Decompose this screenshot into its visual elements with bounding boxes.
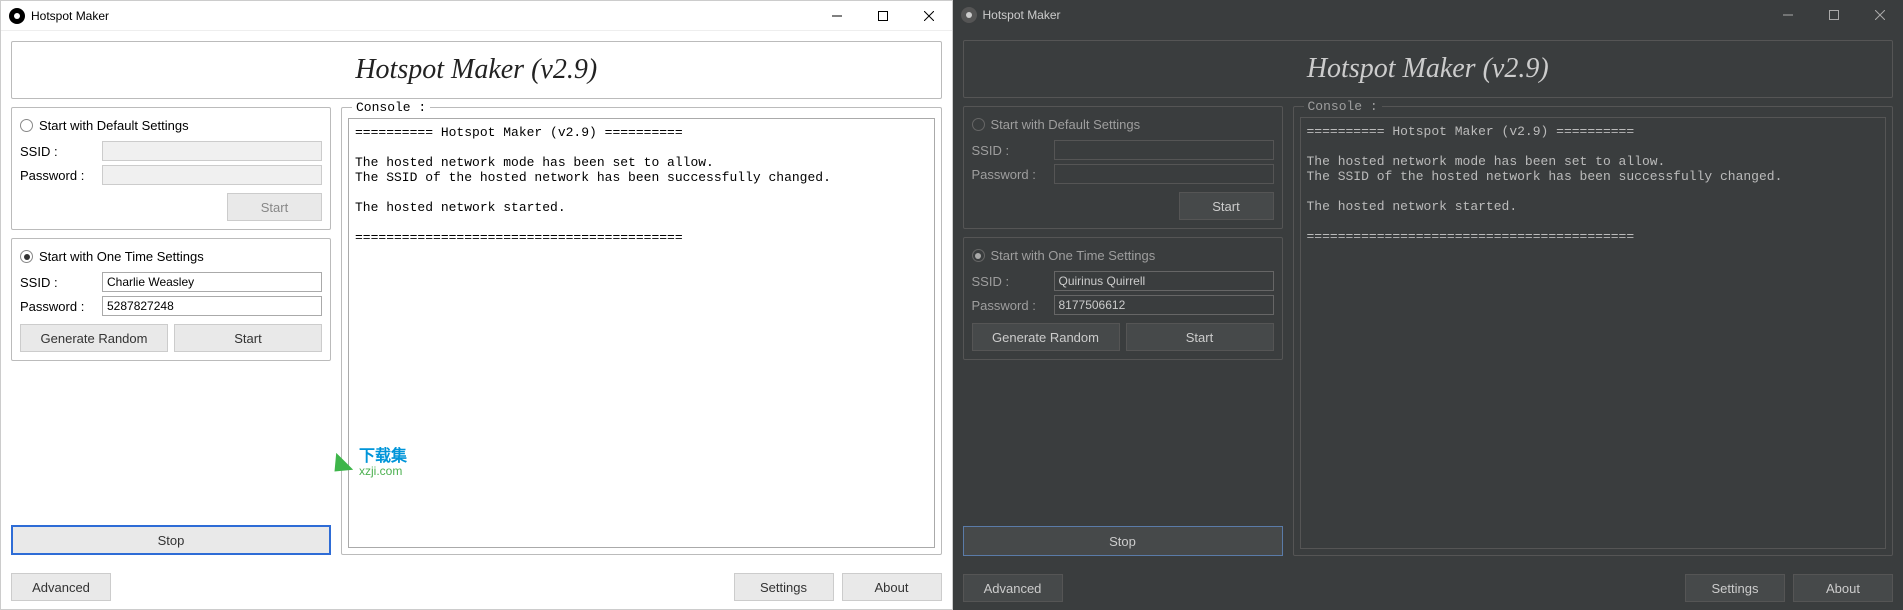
minimize-button[interactable]: [1765, 0, 1811, 30]
default-password-label: Password :: [20, 168, 98, 183]
maximize-button[interactable]: [860, 1, 906, 31]
onetime-password-label: Password :: [972, 298, 1050, 313]
default-settings-radio[interactable]: [20, 119, 33, 132]
console-panel: Console : ========== Hotspot Maker (v2.9…: [341, 107, 942, 555]
onetime-password-label: Password :: [20, 299, 98, 314]
app-heading: Hotspot Maker (v2.9): [964, 53, 1893, 85]
default-settings-title: Start with Default Settings: [991, 117, 1141, 132]
onetime-settings-group: Start with One Time Settings SSID : Pass…: [963, 237, 1283, 360]
default-start-button[interactable]: Start: [227, 193, 322, 221]
window-title: Hotspot Maker: [983, 8, 1766, 22]
about-button[interactable]: About: [1793, 574, 1893, 602]
window-title: Hotspot Maker: [31, 9, 814, 23]
onetime-password-input[interactable]: [1054, 295, 1274, 315]
default-password-label: Password :: [972, 167, 1050, 182]
default-ssid-input[interactable]: [1054, 140, 1274, 160]
console-label: Console :: [352, 100, 430, 115]
footer: Advanced Settings About: [953, 566, 1903, 610]
default-start-button[interactable]: Start: [1179, 192, 1274, 220]
hotspot-maker-window-dark: Hotspot Maker Hotspot Maker (v2.9) Start…: [953, 0, 1903, 610]
default-ssid-label: SSID :: [972, 143, 1050, 158]
onetime-settings-title: Start with One Time Settings: [39, 249, 204, 264]
onetime-ssid-input[interactable]: [1054, 271, 1274, 291]
onetime-settings-radio[interactable]: [972, 249, 985, 262]
app-icon: [961, 7, 977, 23]
onetime-ssid-input[interactable]: [102, 272, 322, 292]
settings-button[interactable]: Settings: [734, 573, 834, 601]
close-button[interactable]: [1857, 0, 1903, 30]
close-button[interactable]: [906, 1, 952, 31]
onetime-start-button[interactable]: Start: [174, 324, 322, 352]
console-output[interactable]: ========== Hotspot Maker (v2.9) ========…: [348, 118, 935, 548]
header-panel: Hotspot Maker (v2.9): [963, 40, 1894, 98]
onetime-settings-radio[interactable]: [20, 250, 33, 263]
console-panel: Console : ========== Hotspot Maker (v2.9…: [1293, 106, 1894, 556]
default-settings-group: Start with Default Settings SSID : Passw…: [963, 106, 1283, 229]
titlebar: Hotspot Maker: [953, 0, 1903, 30]
console-output[interactable]: ========== Hotspot Maker (v2.9) ========…: [1300, 117, 1887, 549]
header-panel: Hotspot Maker (v2.9): [11, 41, 942, 99]
onetime-settings-group: Start with One Time Settings SSID : Pass…: [11, 238, 331, 361]
default-password-input[interactable]: [1054, 164, 1274, 184]
maximize-button[interactable]: [1811, 0, 1857, 30]
titlebar: Hotspot Maker: [1, 1, 952, 31]
onetime-start-button[interactable]: Start: [1126, 323, 1274, 351]
stop-button[interactable]: Stop: [11, 525, 331, 555]
onetime-ssid-label: SSID :: [20, 275, 98, 290]
minimize-button[interactable]: [814, 1, 860, 31]
footer: Advanced Settings About: [1, 565, 952, 609]
console-label: Console :: [1304, 99, 1382, 114]
stop-button[interactable]: Stop: [963, 526, 1283, 556]
about-button[interactable]: About: [842, 573, 942, 601]
default-ssid-label: SSID :: [20, 144, 98, 159]
default-settings-group: Start with Default Settings SSID : Passw…: [11, 107, 331, 230]
onetime-password-input[interactable]: [102, 296, 322, 316]
onetime-ssid-label: SSID :: [972, 274, 1050, 289]
default-settings-radio[interactable]: [972, 118, 985, 131]
app-icon: [9, 8, 25, 24]
onetime-settings-title: Start with One Time Settings: [991, 248, 1156, 263]
generate-random-button[interactable]: Generate Random: [972, 323, 1120, 351]
advanced-button[interactable]: Advanced: [963, 574, 1063, 602]
generate-random-button[interactable]: Generate Random: [20, 324, 168, 352]
settings-button[interactable]: Settings: [1685, 574, 1785, 602]
app-heading: Hotspot Maker (v2.9): [12, 54, 941, 86]
default-settings-title: Start with Default Settings: [39, 118, 189, 133]
hotspot-maker-window-light: Hotspot Maker Hotspot Maker (v2.9) Start…: [0, 0, 953, 610]
advanced-button[interactable]: Advanced: [11, 573, 111, 601]
default-ssid-input[interactable]: [102, 141, 322, 161]
default-password-input[interactable]: [102, 165, 322, 185]
